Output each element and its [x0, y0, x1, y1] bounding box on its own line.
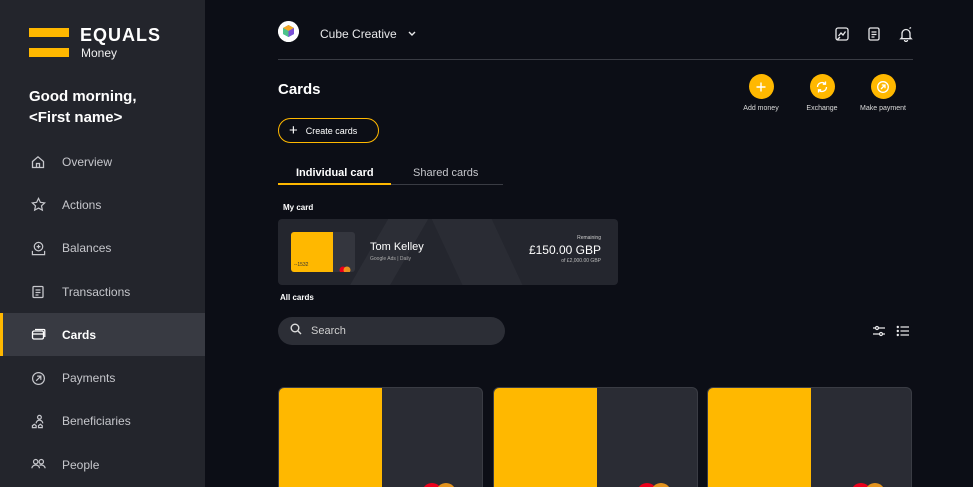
card-tile-accent [494, 388, 597, 487]
card-tile[interactable] [278, 387, 483, 487]
logo-wordmark: EQUALS [80, 25, 162, 45]
greeting: Good morning, <First name> [29, 86, 136, 128]
all-cards-heading: All cards [280, 293, 314, 302]
tab-individual-card[interactable]: Individual card [296, 167, 374, 179]
sidebar-item-label: Balances [62, 241, 112, 256]
sidebar-item-actions[interactable]: Actions [0, 183, 205, 226]
greeting-line-1: Good morning, [29, 88, 137, 105]
sidebar: EQUALS Money Good morning, <First name> … [0, 0, 205, 487]
logo-subtitle: Money [81, 46, 118, 60]
card-tile-accent [279, 388, 382, 487]
logo-bar-bottom [29, 48, 69, 57]
my-card-row[interactable]: --1532 Tom Kelley Google Ads | Daily Rem… [278, 219, 618, 285]
beneficiaries-icon [30, 413, 46, 429]
card-limit: of £2,000.00 GBP [561, 258, 601, 264]
sidebar-item-label: Payments [62, 371, 116, 386]
exchange-icon [809, 74, 835, 99]
card-icon [30, 327, 46, 343]
active-tab-indicator [278, 183, 391, 185]
search-icon [290, 322, 302, 340]
sidebar-item-cards[interactable]: Cards [0, 313, 205, 357]
balances-icon [30, 240, 46, 256]
card-holder-name: Tom Kelley [370, 241, 424, 253]
exchange-label: Exchange [806, 105, 838, 112]
home-icon [30, 154, 46, 170]
card-row-decoration [427, 219, 529, 285]
document-icon[interactable] [866, 26, 882, 42]
filter-sliders-icon[interactable] [872, 324, 886, 338]
sidebar-item-label: Beneficiaries [62, 414, 131, 429]
remaining-label: Remaining [577, 235, 601, 241]
bell-icon[interactable] [898, 26, 914, 43]
mastercard-logo [419, 482, 459, 487]
people-icon [30, 457, 46, 473]
org-name[interactable]: Cube Creative [320, 27, 397, 41]
plus-icon: + [289, 122, 298, 139]
card-description: Google Ads | Daily [370, 256, 412, 262]
sidebar-item-label: Transactions [62, 284, 131, 299]
send-icon [870, 74, 896, 99]
sidebar-item-balances[interactable]: Balances [0, 227, 205, 270]
add-money-label: Add money [743, 105, 779, 112]
search-input[interactable] [311, 325, 491, 337]
tab-shared-cards[interactable]: Shared cards [413, 167, 478, 179]
greeting-line-2: <First name> [29, 109, 123, 126]
my-card-heading: My card [283, 203, 314, 212]
star-icon [30, 197, 46, 213]
make-payment-button[interactable]: Make payment [853, 74, 913, 112]
page-title: Cards [278, 81, 321, 98]
sidebar-item-label: Actions [62, 197, 102, 212]
card-tile[interactable] [493, 387, 698, 487]
list-view-icon[interactable] [896, 324, 910, 338]
card-thumbnail: --1532 [291, 232, 355, 272]
card-tabs: Individual card Shared cards [278, 163, 503, 185]
card-tile-accent [708, 388, 811, 487]
make-payment-label: Make payment [860, 105, 906, 112]
payment-arrow-icon [30, 370, 46, 386]
logo-bar-top [29, 28, 69, 37]
plus-icon [748, 74, 774, 99]
remaining-amount: £150.00 GBP [528, 243, 601, 257]
analytics-icon[interactable] [834, 26, 850, 42]
add-money-button[interactable]: Add money [731, 74, 791, 112]
org-avatar[interactable] [278, 21, 299, 42]
card-tile[interactable] [707, 387, 912, 487]
sidebar-nav: Overview Actions Balances Transactions C… [0, 140, 205, 486]
sidebar-item-label: Cards [62, 327, 97, 342]
card-last-digits: --1532 [294, 262, 309, 268]
sidebar-item-overview[interactable]: Overview [0, 140, 205, 183]
sidebar-item-payments[interactable]: Payments [0, 356, 205, 399]
search-bar[interactable] [278, 317, 505, 345]
sidebar-item-beneficiaries[interactable]: Beneficiaries [0, 400, 205, 443]
mastercard-logo [634, 482, 674, 487]
sidebar-item-people[interactable]: People [0, 443, 205, 486]
chevron-down-icon[interactable] [406, 26, 418, 44]
sidebar-item-label: People [62, 457, 100, 472]
receipt-icon [30, 284, 46, 300]
sidebar-item-label: Overview [62, 154, 113, 169]
mastercard-logo [339, 261, 351, 272]
sidebar-item-transactions[interactable]: Transactions [0, 270, 205, 313]
top-bar: Cube Creative [278, 15, 913, 60]
mastercard-logo [848, 482, 888, 487]
create-cards-label: Create cards [305, 125, 358, 136]
exchange-button[interactable]: Exchange [792, 74, 852, 112]
create-cards-button[interactable]: + Create cards [278, 118, 379, 143]
